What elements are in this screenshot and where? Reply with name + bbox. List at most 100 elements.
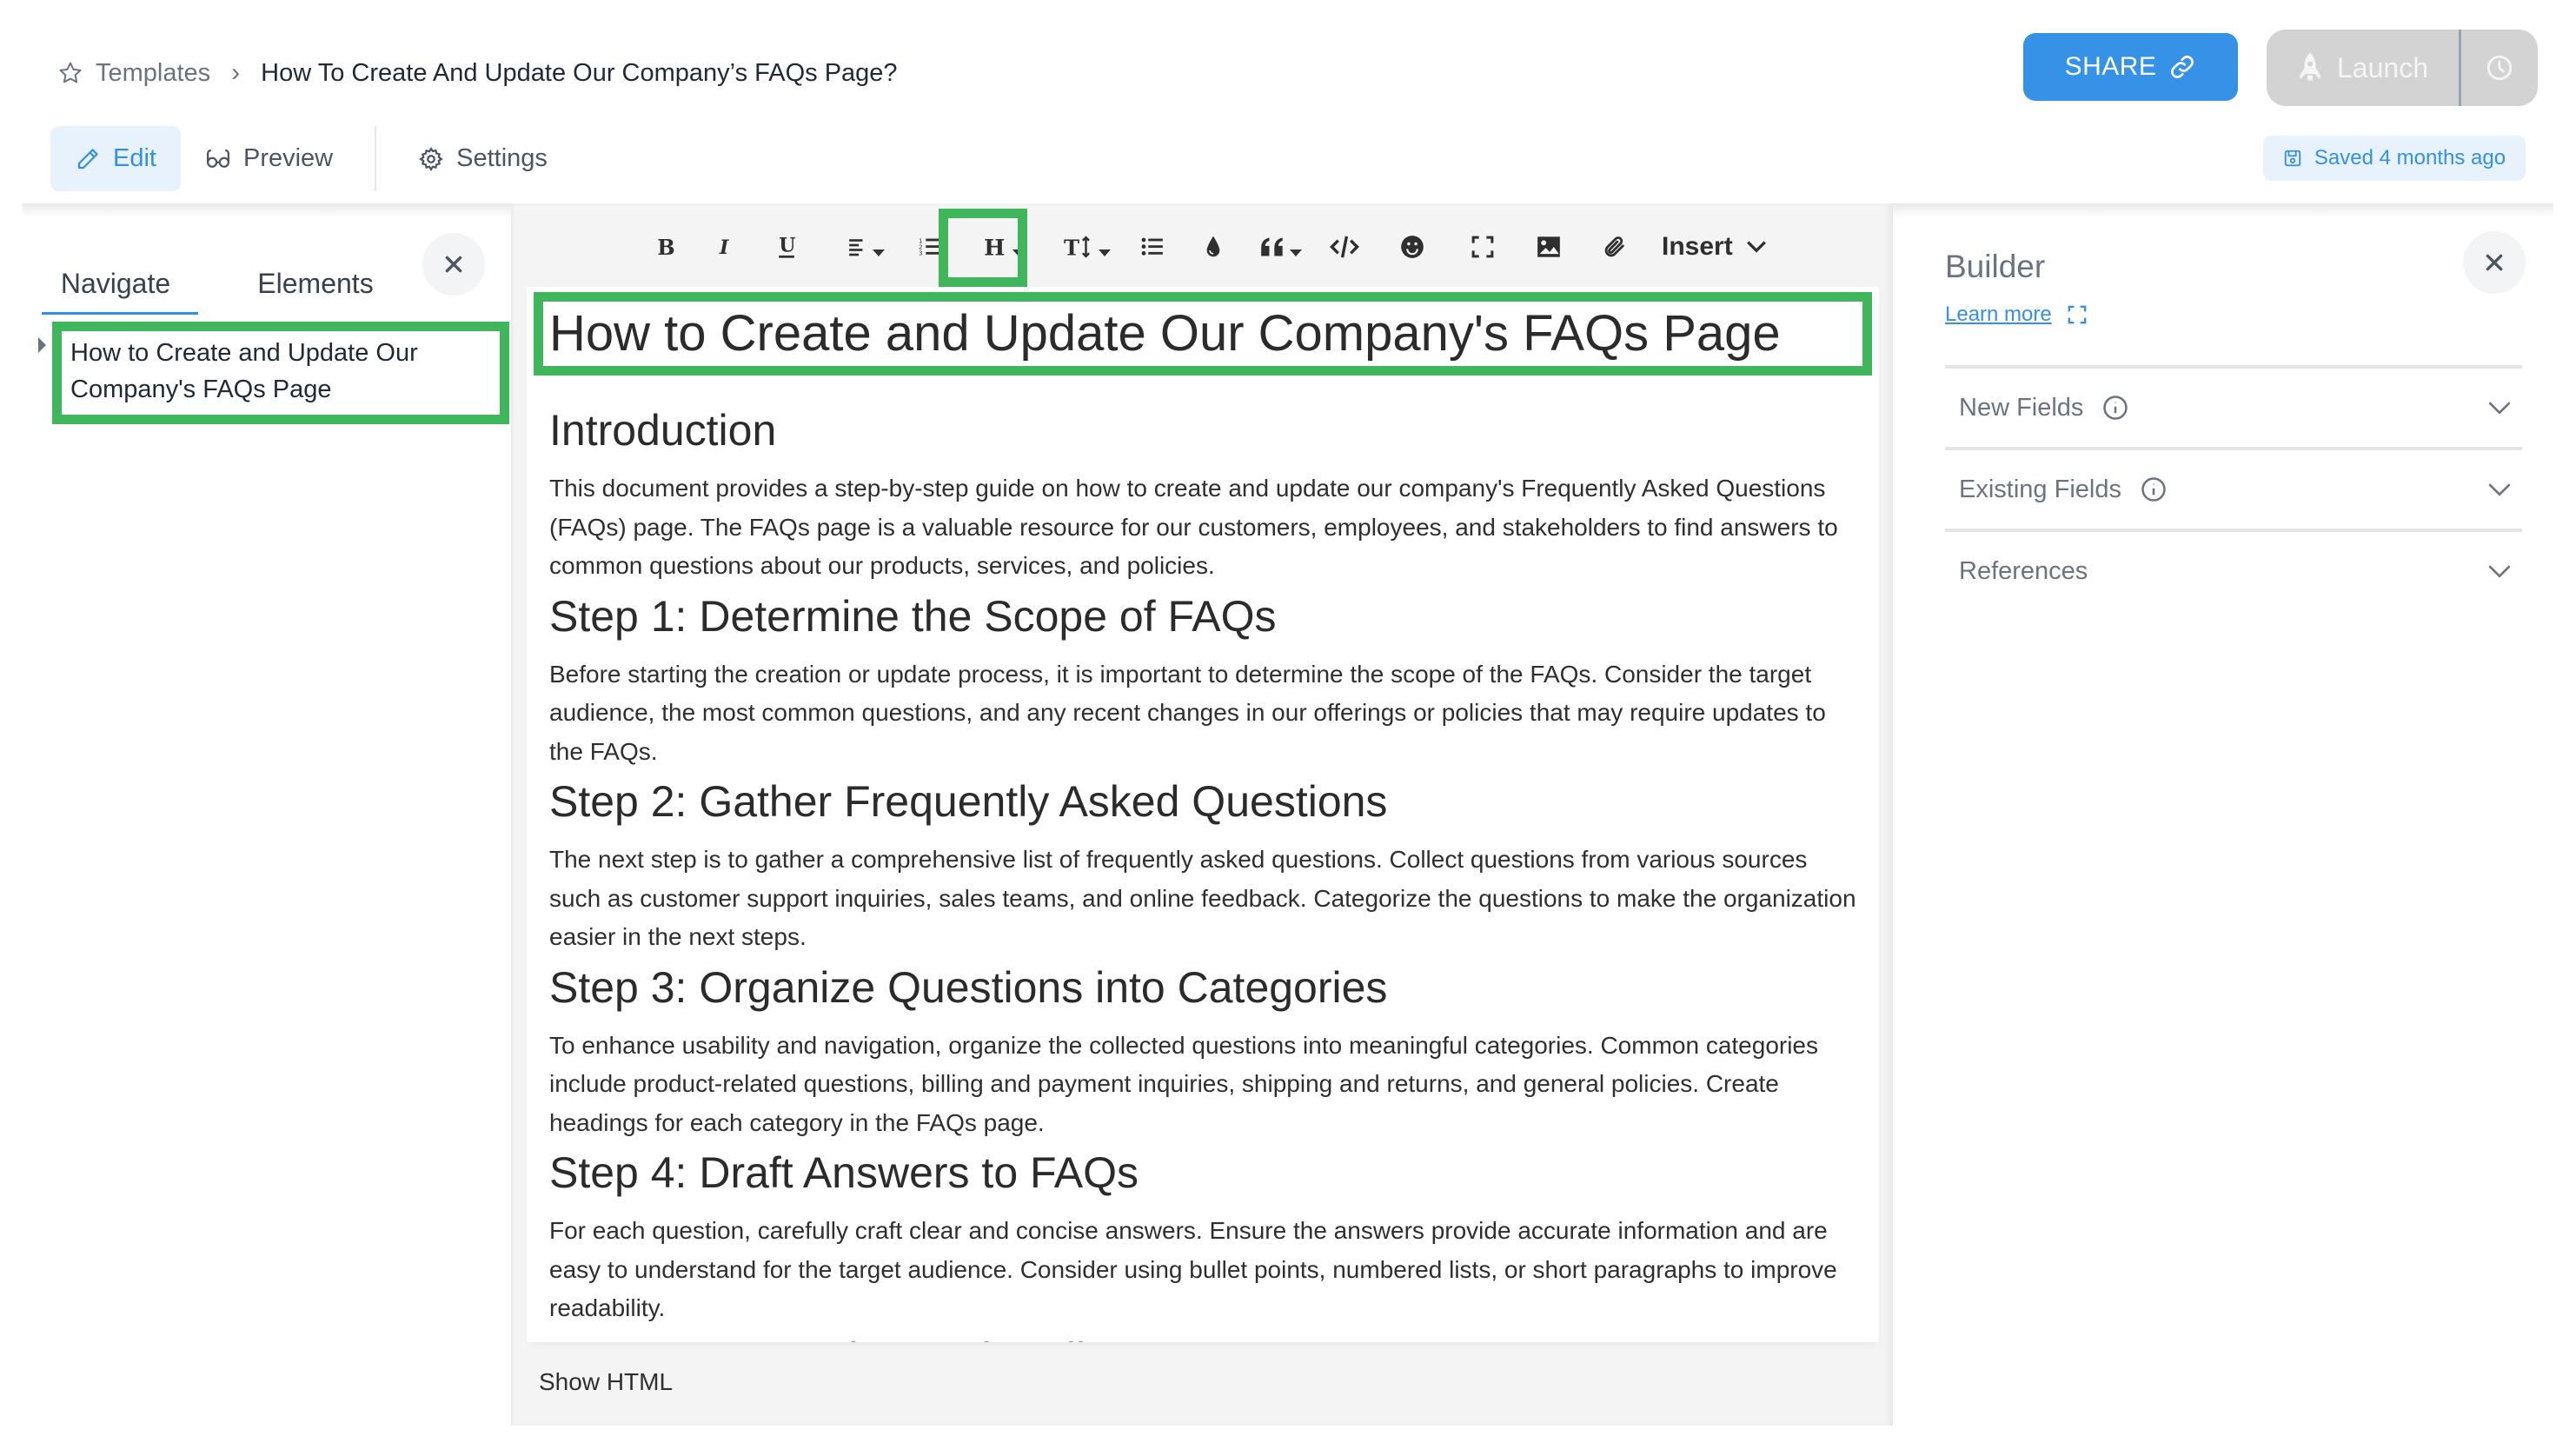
- emoji-button[interactable]: [1375, 221, 1450, 273]
- schedule-button[interactable]: [2461, 30, 2538, 106]
- navigator-panel: Navigate Elements How to Create and Upda…: [23, 217, 511, 1426]
- close-navigator-button[interactable]: [422, 233, 485, 296]
- quote-icon: [1261, 237, 1283, 256]
- section-heading: Introduction: [549, 406, 777, 455]
- caret-down-icon: [873, 249, 885, 256]
- align-left-icon: [849, 239, 863, 256]
- share-button-label: SHARE: [2064, 52, 2157, 81]
- accordion-new-fields[interactable]: New Fields: [1945, 365, 2522, 447]
- code-view-button[interactable]: [1314, 221, 1375, 273]
- insert-label: Insert: [1662, 232, 1733, 261]
- heading-button-highlight: [939, 209, 1027, 287]
- quote-dropdown[interactable]: [1248, 221, 1314, 273]
- document-title[interactable]: How to Create and Update Our Company's F…: [549, 303, 1781, 365]
- info-icon[interactable]: [2141, 476, 2167, 502]
- accordion-label: New Fields: [1959, 393, 2084, 422]
- section-heading: Step 5: Formatting and Styling: [549, 1332, 1862, 1343]
- tab-settings[interactable]: Settings: [394, 126, 572, 191]
- launch-button-label: Launch: [2337, 51, 2428, 83]
- section-paragraph: To enhance usability and navigation, org…: [549, 1031, 1819, 1136]
- share-button[interactable]: SHARE: [2023, 33, 2238, 101]
- svg-text:B: B: [657, 235, 674, 260]
- chevron-down-icon: [1746, 241, 1766, 253]
- clock-icon: [2486, 55, 2513, 81]
- accordion-references[interactable]: References: [1945, 529, 2522, 610]
- section-heading: Step 3: Organize Questions into Categori…: [549, 962, 1388, 1012]
- italic-button[interactable]: I: [695, 221, 756, 273]
- launch-button[interactable]: Launch: [2267, 30, 2459, 106]
- insert-image-button[interactable]: [1516, 221, 1582, 273]
- expand-caret-icon[interactable]: [38, 337, 46, 353]
- link-icon: [2171, 56, 2194, 78]
- star-icon[interactable]: [57, 60, 83, 86]
- tab-navigate[interactable]: Navigate: [33, 252, 198, 315]
- tab-preview-label: Preview: [242, 144, 334, 172]
- caret-down-icon: [1290, 249, 1302, 256]
- accordion-label: References: [1959, 556, 2088, 585]
- fullscreen-icon: [1471, 236, 1494, 258]
- breadcrumb-templates-link[interactable]: Templates: [96, 59, 210, 88]
- show-html-toggle[interactable]: Show HTML: [539, 1368, 673, 1396]
- section-heading: Step 1: Determine the Scope of FAQs: [549, 591, 1277, 641]
- chevron-down-icon: [2488, 565, 2511, 578]
- svg-text:U: U: [779, 235, 795, 257]
- tree-item-document-title[interactable]: How to Create and Update Our Company's F…: [52, 322, 509, 424]
- editor-toolbar: B I U 123 H T Insert: [511, 203, 1893, 290]
- floppy-disk-icon: [2284, 150, 2301, 167]
- accordion-existing-fields[interactable]: Existing Fields: [1945, 447, 2522, 529]
- underline-button[interactable]: U: [756, 221, 817, 273]
- unordered-list-button[interactable]: [1126, 221, 1178, 273]
- launch-button-group: Launch: [2267, 30, 2538, 106]
- tab-elements[interactable]: Elements: [233, 252, 398, 315]
- learn-more-row: Learn more: [1945, 303, 2087, 327]
- builder-title: Builder: [1945, 249, 2046, 284]
- builder-panel: Builder Learn more New Fields Existing F…: [1893, 217, 2553, 1426]
- tab-preview[interactable]: Preview: [181, 126, 357, 191]
- fullscreen-button[interactable]: [1450, 221, 1516, 273]
- close-builder-button[interactable]: [2463, 231, 2526, 294]
- breadcrumb-current-page: How To Create And Update Our Company’s F…: [261, 58, 898, 87]
- breadcrumb: Templates › How To Create And Update Our…: [57, 54, 898, 92]
- bold-button[interactable]: B: [634, 221, 695, 273]
- builder-accordion: New Fields Existing Fields References: [1945, 365, 2522, 610]
- section-heading: Step 4: Draft Answers to FAQs: [549, 1148, 1139, 1197]
- font-size-icon: T: [1064, 236, 1091, 261]
- svg-text:I: I: [719, 236, 729, 259]
- breadcrumb-chevron-icon: ›: [231, 58, 241, 87]
- smiley-icon: [1401, 236, 1424, 258]
- expand-icon[interactable]: [2068, 305, 2087, 324]
- section-paragraph: This document provides a step-by-step gu…: [549, 475, 1838, 579]
- tab-divider: [375, 126, 377, 191]
- accordion-label: Existing Fields: [1959, 475, 2121, 503]
- insert-dropdown[interactable]: Insert: [1662, 221, 1768, 273]
- document-editor[interactable]: How to Create and Update Our Company's F…: [527, 287, 1879, 1342]
- chevron-down-icon: [2488, 483, 2511, 496]
- tab-edit[interactable]: Edit: [50, 126, 181, 191]
- pencil-icon: [77, 148, 98, 169]
- code-icon: [1330, 236, 1359, 258]
- close-icon: [2486, 254, 2503, 271]
- navigator-tabs: Navigate Elements: [33, 252, 398, 315]
- section-paragraph: For each question, carefully craft clear…: [549, 1217, 1837, 1321]
- attach-file-button[interactable]: [1582, 221, 1648, 273]
- saved-status-text: Saved 4 months ago: [2314, 146, 2506, 170]
- text-color-button[interactable]: [1178, 221, 1248, 273]
- info-icon[interactable]: [2102, 395, 2128, 421]
- section-paragraph: The next step is to gather a comprehensi…: [549, 846, 1856, 950]
- section-heading: Step 2: Gather Frequently Asked Question…: [549, 777, 1388, 826]
- tab-edit-label: Edit: [113, 144, 156, 172]
- droplet-icon: [1206, 236, 1220, 257]
- glasses-icon: [206, 149, 229, 168]
- close-icon: [445, 256, 462, 273]
- document-body[interactable]: Introduction This document provides a st…: [549, 395, 1862, 1342]
- italic-icon: I: [719, 236, 729, 259]
- caret-down-icon: [1099, 249, 1111, 256]
- svg-text:T: T: [1064, 236, 1079, 261]
- tab-settings-label: Settings: [456, 144, 548, 172]
- align-dropdown[interactable]: [829, 221, 904, 273]
- learn-more-link[interactable]: Learn more: [1945, 303, 2052, 327]
- font-size-dropdown[interactable]: T: [1048, 221, 1126, 273]
- bold-icon: B: [657, 235, 674, 260]
- svg-text:3: 3: [919, 249, 923, 256]
- section-paragraph: Before starting the creation or update p…: [549, 660, 1826, 765]
